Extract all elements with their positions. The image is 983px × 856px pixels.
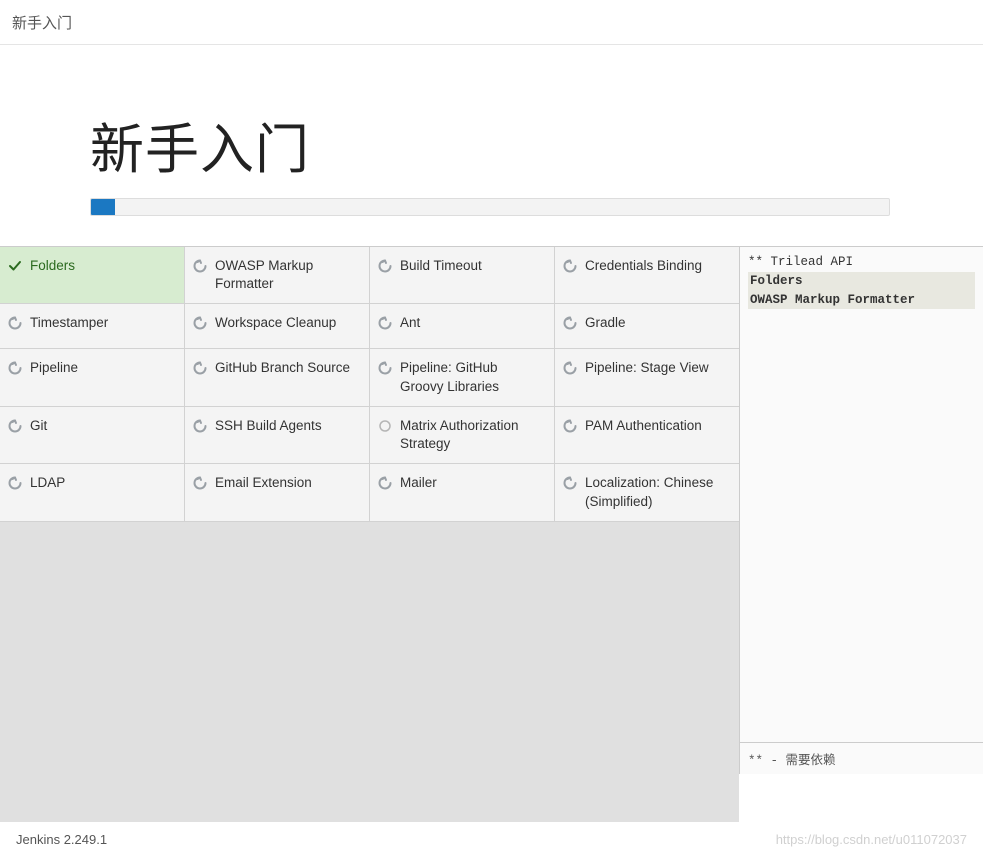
spinner-icon: [563, 259, 577, 273]
plugin-label: Mailer: [400, 474, 544, 492]
spinner-icon: [193, 476, 207, 490]
plugin-cell: Mailer: [370, 464, 554, 520]
install-log-panel: ** Trilead APIFoldersOWASP Markup Format…: [740, 247, 983, 774]
log-line: Folders: [748, 272, 975, 291]
plugin-label: Email Extension: [215, 474, 359, 492]
spinner-icon: [378, 476, 392, 490]
spinner-icon: [8, 361, 22, 375]
watermark: https://blog.csdn.net/u011072037: [776, 832, 967, 847]
plugin-cell: PAM Authentication: [555, 407, 739, 463]
spinner-icon: [563, 476, 577, 490]
plugin-label: Pipeline: GitHub Groovy Libraries: [400, 359, 544, 395]
plugin-label: Folders: [30, 257, 174, 275]
spinner-icon: [193, 316, 207, 330]
spinner-icon: [378, 316, 392, 330]
hero-section: 新手入门: [0, 45, 983, 246]
main-area: FoldersOWASP Markup FormatterBuild Timeo…: [0, 246, 983, 774]
plugin-cell: Folders: [0, 247, 184, 303]
circle-icon: [378, 419, 392, 433]
spinner-icon: [378, 361, 392, 375]
plugin-cell: Email Extension: [185, 464, 369, 520]
plugin-cell: Pipeline: Stage View: [555, 349, 739, 405]
plugin-cell: OWASP Markup Formatter: [185, 247, 369, 303]
plugin-label: Gradle: [585, 314, 729, 332]
plugin-label: Pipeline: [30, 359, 174, 377]
plugin-cell: Pipeline: [0, 349, 184, 405]
breadcrumb: 新手入门: [0, 0, 983, 45]
plugin-label: Build Timeout: [400, 257, 544, 275]
plugin-cell: Timestamper: [0, 304, 184, 348]
plugin-label: SSH Build Agents: [215, 417, 359, 435]
check-icon: [8, 259, 22, 273]
spinner-icon: [563, 316, 577, 330]
plugin-cell: GitHub Branch Source: [185, 349, 369, 405]
install-log-body: ** Trilead APIFoldersOWASP Markup Format…: [740, 247, 983, 742]
plugin-label: Timestamper: [30, 314, 174, 332]
jenkins-version: Jenkins 2.249.1: [16, 832, 107, 847]
plugin-label: Git: [30, 417, 174, 435]
log-line: ** Trilead API: [748, 253, 975, 272]
plugin-label: Pipeline: Stage View: [585, 359, 729, 377]
plugin-cell: Build Timeout: [370, 247, 554, 303]
spinner-icon: [8, 419, 22, 433]
plugin-label: Workspace Cleanup: [215, 314, 359, 332]
plugin-label: Ant: [400, 314, 544, 332]
plugin-cell: SSH Build Agents: [185, 407, 369, 463]
log-line: OWASP Markup Formatter: [748, 291, 975, 310]
plugin-cell: Matrix Authorization Strategy: [370, 407, 554, 463]
page-title: 新手入门: [90, 105, 893, 184]
plugin-label: Matrix Authorization Strategy: [400, 417, 544, 453]
plugin-label: Credentials Binding: [585, 257, 729, 275]
plugin-grid-filler: [0, 522, 739, 822]
plugin-cell: Localization: Chinese (Simplified): [555, 464, 739, 520]
spinner-icon: [193, 361, 207, 375]
spinner-icon: [563, 361, 577, 375]
spinner-icon: [8, 476, 22, 490]
spinner-icon: [378, 259, 392, 273]
plugin-grid: Folders OWASP Markup Formatter Build Timeo…: [0, 247, 740, 774]
plugin-label: OWASP Markup Formatter: [215, 257, 359, 293]
spinner-icon: [193, 259, 207, 273]
plugin-cell: Ant: [370, 304, 554, 348]
plugin-cell: Pipeline: GitHub Groovy Libraries: [370, 349, 554, 405]
plugin-cell: Credentials Binding: [555, 247, 739, 303]
plugin-cell: LDAP: [0, 464, 184, 520]
progress-bar-fill: [91, 199, 115, 215]
plugin-cell: Gradle: [555, 304, 739, 348]
breadcrumb-title: 新手入门: [12, 12, 72, 33]
plugin-label: PAM Authentication: [585, 417, 729, 435]
spinner-icon: [8, 316, 22, 330]
plugin-cell: Workspace Cleanup: [185, 304, 369, 348]
plugin-label: LDAP: [30, 474, 174, 492]
plugin-label: Localization: Chinese (Simplified): [585, 474, 729, 510]
spinner-icon: [193, 419, 207, 433]
plugin-label: GitHub Branch Source: [215, 359, 359, 377]
footer: Jenkins 2.249.1 https://blog.csdn.net/u0…: [0, 822, 983, 856]
install-log-legend: ** - 需要依赖: [740, 742, 983, 774]
progress-bar-track: [90, 198, 890, 216]
plugin-cell: Git: [0, 407, 184, 463]
spinner-icon: [563, 419, 577, 433]
